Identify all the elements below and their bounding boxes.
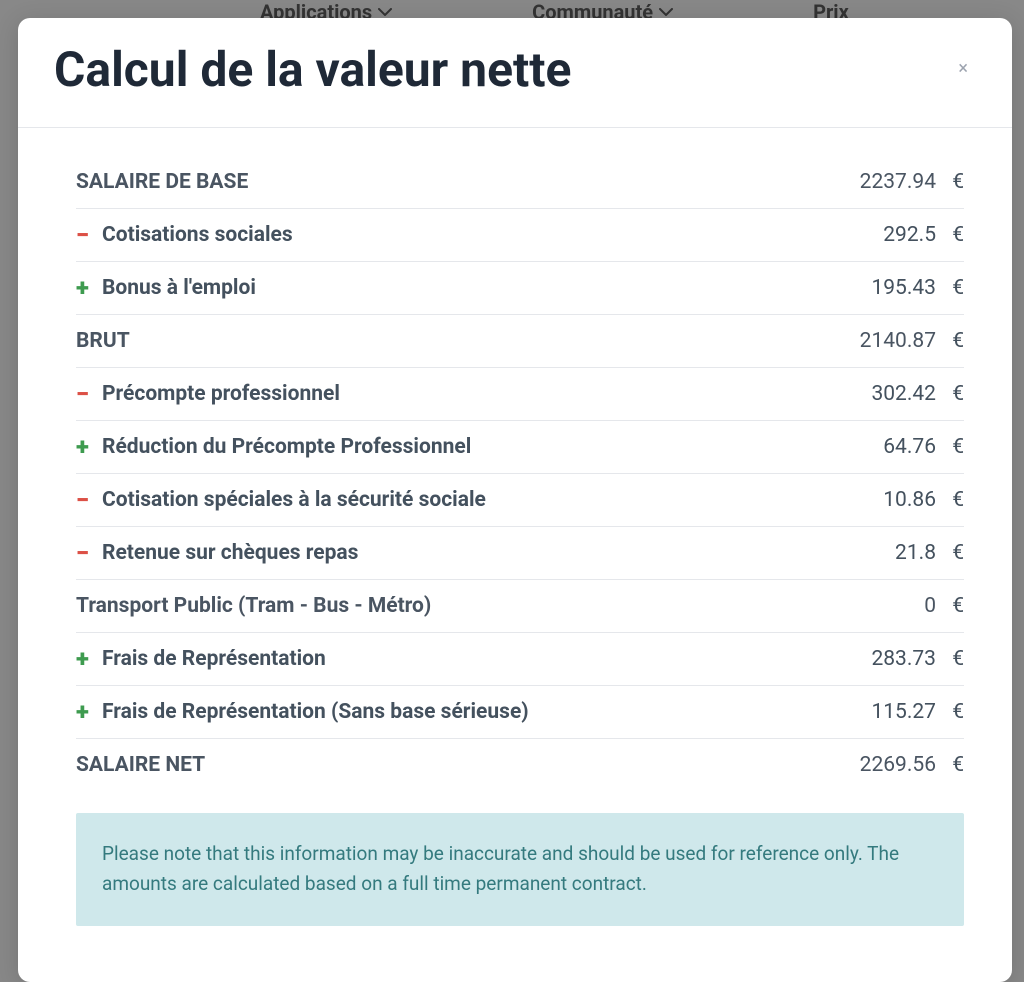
modal-title: Calcul de la valeur nette [54,44,571,97]
line-item: −Précompte professionnel302.42€ [76,368,964,421]
line-item: Transport Public (Tram - Bus - Métro)0€ [76,580,964,633]
plus-icon: + [76,647,102,671]
chevron-down-icon [659,8,673,16]
line-item: +Bonus à l'emploi195.43€ [76,262,964,315]
currency-symbol: € [946,276,964,300]
currency-symbol: € [946,700,964,724]
currency-symbol: € [946,223,964,247]
line-item-label: Transport Public (Tram - Bus - Métro) [76,594,924,618]
close-button[interactable]: × [950,52,976,86]
line-item: SALAIRE DE BASE2237.94€ [76,156,964,209]
line-item: +Frais de Représentation283.73€ [76,633,964,686]
minus-icon: − [76,223,102,247]
calculation-table: SALAIRE DE BASE2237.94€−Cotisations soci… [76,156,964,791]
line-item-value: 2269.56 [860,753,946,777]
line-item: BRUT2140.87€ [76,315,964,368]
line-item-label: BRUT [76,329,860,353]
line-item-value: 115.27 [871,700,946,724]
currency-symbol: € [946,594,964,618]
modal-header: Calcul de la valeur nette × [18,18,1012,128]
line-item-label: Frais de Représentation (Sans base série… [102,700,871,724]
line-item-value: 2140.87 [860,329,946,353]
line-item-value: 64.76 [883,435,946,459]
currency-symbol: € [946,647,964,671]
line-item-value: 0 [924,594,946,618]
line-item-label: Réduction du Précompte Professionnel [102,435,883,459]
currency-symbol: € [946,170,964,194]
line-item: −Cotisations sociales292.5€ [76,209,964,262]
line-item: +Frais de Représentation (Sans base séri… [76,686,964,739]
line-item-value: 283.73 [871,647,946,671]
line-item-value: 21.8 [895,541,946,565]
line-item: SALAIRE NET2269.56€ [76,739,964,791]
modal-body: SALAIRE DE BASE2237.94€−Cotisations soci… [18,128,1012,982]
minus-icon: − [76,541,102,565]
plus-icon: + [76,700,102,724]
minus-icon: − [76,488,102,512]
line-item-label: Frais de Représentation [102,647,871,671]
line-item-value: 10.86 [883,488,946,512]
currency-symbol: € [946,753,964,777]
line-item-label: Bonus à l'emploi [102,276,871,300]
currency-symbol: € [946,329,964,353]
chevron-down-icon [378,8,392,16]
line-item: +Réduction du Précompte Professionnel64.… [76,421,964,474]
line-item-label: SALAIRE NET [76,753,860,777]
net-value-modal: Calcul de la valeur nette × SALAIRE DE B… [18,18,1012,982]
info-box: Please note that this information may be… [76,813,964,926]
plus-icon: + [76,276,102,300]
line-item-value: 292.5 [883,223,946,247]
plus-icon: + [76,435,102,459]
currency-symbol: € [946,541,964,565]
line-item: −Cotisation spéciales à la sécurité soci… [76,474,964,527]
minus-icon: − [76,382,102,406]
line-item: −Retenue sur chèques repas21.8€ [76,527,964,580]
line-item-label: Cotisation spéciales à la sécurité socia… [102,488,883,512]
line-item-label: Retenue sur chèques repas [102,541,895,565]
line-item-label: Précompte professionnel [102,382,871,406]
line-item-label: Cotisations sociales [102,223,883,247]
line-item-label: SALAIRE DE BASE [76,170,860,194]
line-item-value: 195.43 [871,276,946,300]
currency-symbol: € [946,382,964,406]
currency-symbol: € [946,435,964,459]
currency-symbol: € [946,488,964,512]
line-item-value: 2237.94 [860,170,946,194]
line-item-value: 302.42 [871,382,946,406]
